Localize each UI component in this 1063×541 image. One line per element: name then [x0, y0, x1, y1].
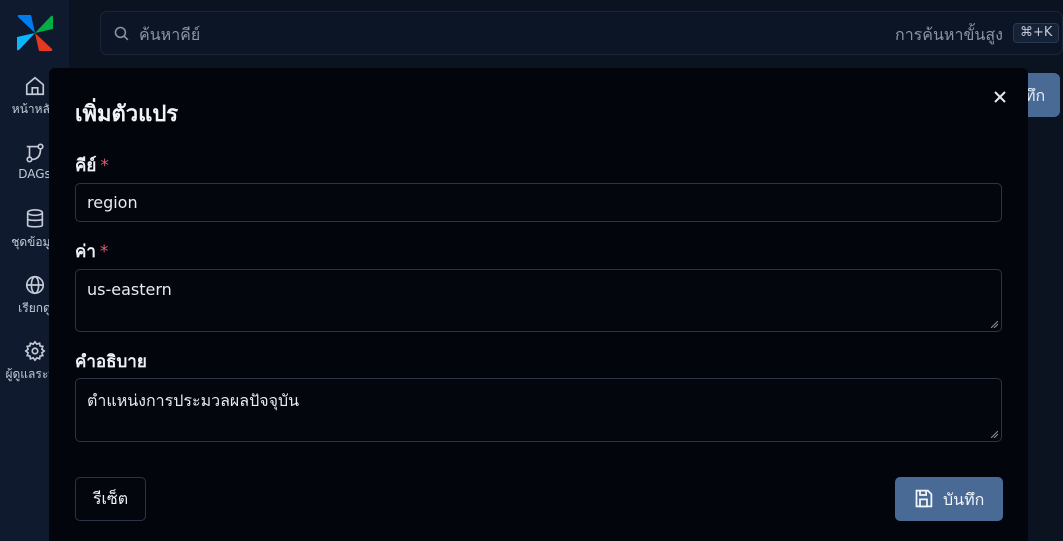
required-mark: *	[99, 242, 109, 262]
airflow-logo[interactable]	[15, 13, 55, 53]
reset-button[interactable]: รีเซ็ต	[75, 477, 146, 521]
globe-icon	[25, 275, 44, 295]
advanced-search-link[interactable]: การค้นหาขั้นสูง	[895, 23, 1003, 48]
required-mark: *	[100, 156, 109, 176]
key-field[interactable]: region	[75, 183, 1002, 222]
save-button[interactable]: บันทึก	[895, 477, 1003, 521]
search-bar[interactable]: ค้นหาคีย์ การค้นหาขั้นสูง ⌘+K	[100, 11, 1063, 55]
close-icon[interactable]	[989, 86, 1011, 108]
save-icon	[915, 489, 933, 508]
background-save-label: ทึก	[1025, 86, 1046, 105]
database-icon	[26, 209, 43, 228]
dags-icon	[25, 143, 44, 163]
resize-handle-icon[interactable]	[991, 431, 998, 438]
modal-title: เพิ่มตัวแปร	[75, 102, 179, 127]
description-field[interactable]: ตำแหน่งการประมวลผลปัจจุบัน	[75, 378, 1002, 442]
add-variable-modal: เพิ่มตัวแปร คีย์ * region ค่า * us-eastern…	[49, 68, 1028, 541]
search-icon	[114, 26, 129, 41]
shortcut-badge: ⌘+K	[1013, 23, 1060, 43]
gear-icon	[24, 340, 45, 362]
resize-handle-icon[interactable]	[991, 321, 998, 328]
home-icon	[25, 76, 44, 96]
key-label: คีย์ *	[75, 156, 109, 176]
value-label: ค่า *	[75, 242, 109, 262]
search-input[interactable]: ค้นหาคีย์	[139, 23, 200, 48]
value-field[interactable]: us-eastern	[75, 269, 1002, 332]
description-label: คำอธิบาย	[75, 352, 147, 372]
save-button-label: บันทึก	[943, 490, 985, 509]
